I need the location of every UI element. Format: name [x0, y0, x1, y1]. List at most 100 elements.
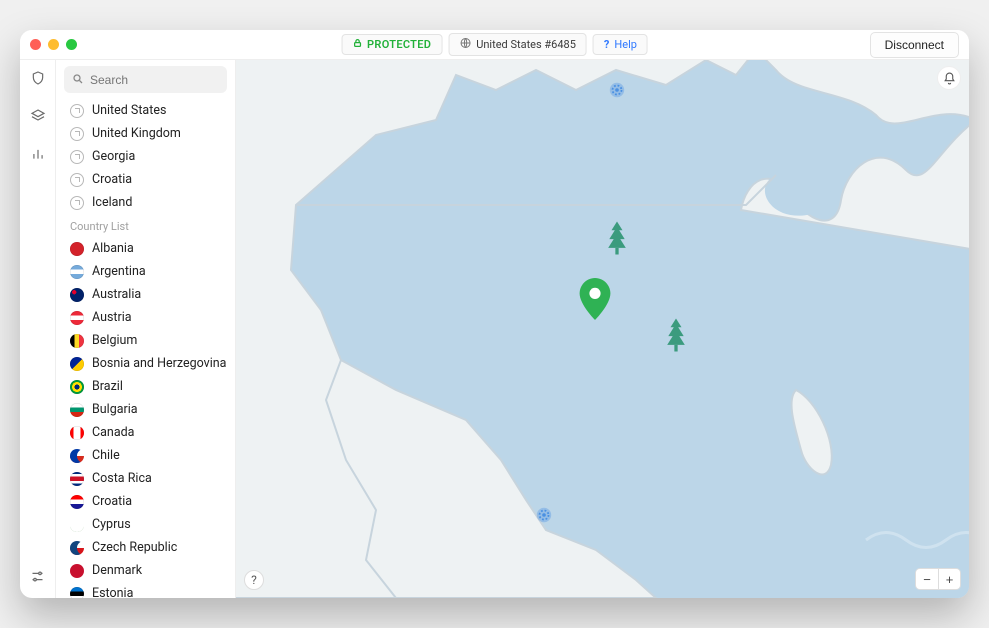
flag-icon [70, 288, 84, 302]
recent-item[interactable]: Georgia [60, 145, 235, 168]
search-box[interactable] [64, 66, 227, 93]
close-window-icon[interactable] [30, 39, 41, 50]
flag-icon [70, 403, 84, 417]
zoom-in-button[interactable]: + [938, 569, 960, 589]
country-item[interactable]: Belgium [60, 329, 235, 352]
window-controls [30, 39, 77, 50]
nav-rail [20, 60, 56, 598]
country-item[interactable]: Canada [60, 421, 235, 444]
layers-icon[interactable] [30, 108, 46, 128]
country-item-label: Cyprus [92, 517, 131, 532]
help-pill[interactable]: ? Help [593, 34, 648, 55]
recent-item-label: United States [92, 103, 166, 118]
flag-icon [70, 242, 84, 256]
country-scroll[interactable]: United States United Kingdom Georgia Croati… [56, 99, 235, 598]
recent-item[interactable]: United States [60, 99, 235, 122]
flag-icon [70, 587, 84, 599]
country-item[interactable]: Chile [60, 444, 235, 467]
location-pin[interactable] [535, 506, 553, 528]
country-item[interactable]: Bulgaria [60, 398, 235, 421]
flag-icon [70, 449, 84, 463]
country-item-label: Canada [92, 425, 135, 440]
help-label: Help [614, 38, 637, 51]
country-item[interactable]: Croatia [60, 490, 235, 513]
connected-location-pin[interactable] [578, 278, 612, 324]
country-item[interactable]: Estonia [60, 582, 235, 598]
map-background [236, 60, 969, 598]
stats-icon[interactable] [31, 146, 45, 165]
recent-item-label: Georgia [92, 149, 135, 164]
country-item-label: Argentina [92, 264, 146, 279]
app-window: PROTECTED United States #6485 ? Help Dis… [20, 30, 969, 598]
clock-icon [70, 104, 84, 118]
flag-icon [70, 426, 84, 440]
shield-icon[interactable] [30, 70, 46, 90]
tree-icon [665, 318, 687, 356]
fullscreen-window-icon[interactable] [66, 39, 77, 50]
clock-icon [70, 150, 84, 164]
country-item-label: Chile [92, 448, 120, 463]
country-item[interactable]: Denmark [60, 559, 235, 582]
flag-icon [70, 357, 84, 371]
titlebar-center: PROTECTED United States #6485 ? Help [341, 33, 648, 56]
country-item[interactable]: Albania [60, 237, 235, 260]
zoom-controls: − + [915, 568, 961, 590]
country-item[interactable]: Bosnia and Herzegovina [60, 352, 235, 375]
flag-icon [70, 472, 84, 486]
bell-icon [943, 72, 956, 85]
titlebar-right: Disconnect [870, 32, 959, 58]
recent-item[interactable]: Croatia [60, 168, 235, 191]
recent-item-label: Croatia [92, 172, 132, 187]
flag-icon [70, 265, 84, 279]
globe-icon [459, 37, 471, 52]
country-item-label: Belgium [92, 333, 137, 348]
country-list-header: Country List [60, 214, 235, 237]
notifications-button[interactable] [937, 66, 961, 90]
clock-icon [70, 196, 84, 210]
titlebar: PROTECTED United States #6485 ? Help Dis… [20, 30, 969, 60]
flag-icon [70, 541, 84, 555]
country-item-label: Estonia [92, 586, 133, 598]
flag-icon [70, 311, 84, 325]
recent-item[interactable]: United Kingdom [60, 122, 235, 145]
protected-status: PROTECTED [341, 34, 442, 55]
lock-icon [352, 38, 362, 51]
country-item[interactable]: Costa Rica [60, 467, 235, 490]
country-item[interactable]: Czech Republic [60, 536, 235, 559]
country-item-label: Denmark [92, 563, 142, 578]
disconnect-button[interactable]: Disconnect [870, 32, 959, 58]
flag-icon [70, 334, 84, 348]
country-item-label: Bulgaria [92, 402, 138, 417]
zoom-out-button[interactable]: − [916, 569, 938, 589]
country-item[interactable]: Brazil [60, 375, 235, 398]
flag-icon [70, 380, 84, 394]
search-input[interactable] [90, 73, 219, 87]
connection-label: United States #6485 [476, 38, 576, 51]
country-item-label: Costa Rica [92, 471, 152, 486]
country-item[interactable]: Australia [60, 283, 235, 306]
recent-item-label: United Kingdom [92, 126, 181, 141]
content: United States United Kingdom Georgia Croati… [20, 60, 969, 598]
recent-item[interactable]: Iceland [60, 191, 235, 214]
country-item-label: Austria [92, 310, 132, 325]
country-item[interactable]: Argentina [60, 260, 235, 283]
search-wrap [56, 60, 235, 99]
clock-icon [70, 127, 84, 141]
map-help-button[interactable]: ? [244, 570, 264, 590]
sidebar: United States United Kingdom Georgia Croati… [56, 60, 236, 598]
flag-icon [70, 518, 84, 532]
map-view[interactable]: ? − + [236, 60, 969, 598]
tree-icon [606, 221, 628, 259]
country-item-label: Bosnia and Herzegovina [92, 356, 226, 371]
country-item-label: Brazil [92, 379, 123, 394]
minimize-window-icon[interactable] [48, 39, 59, 50]
connection-pill[interactable]: United States #6485 [448, 33, 587, 56]
location-pin[interactable] [608, 81, 626, 103]
protected-label: PROTECTED [367, 38, 431, 51]
country-item-label: Australia [92, 287, 141, 302]
flag-icon [70, 564, 84, 578]
country-item[interactable]: Cyprus [60, 513, 235, 536]
country-item-label: Albania [92, 241, 134, 256]
settings-sliders-icon[interactable] [30, 569, 45, 588]
country-item[interactable]: Austria [60, 306, 235, 329]
